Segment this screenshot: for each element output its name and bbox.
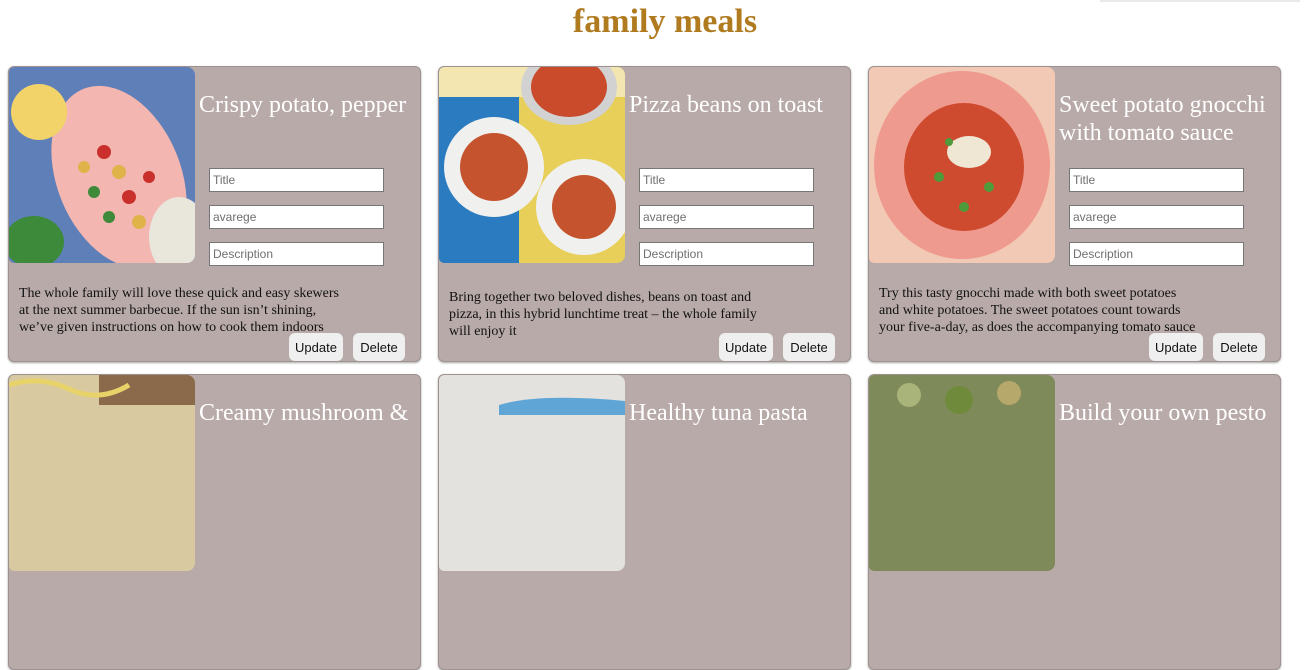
meal-photo xyxy=(9,67,195,263)
card-title: Healthy tuna pasta xyxy=(629,400,808,426)
meal-photo xyxy=(869,67,1055,263)
meal-card: Crispy potato, pepper The whole family w… xyxy=(8,66,421,362)
card-description: Bring together two beloved dishes, beans… xyxy=(449,290,757,339)
update-button[interactable]: Update xyxy=(719,333,773,361)
average-input[interactable] xyxy=(1069,205,1244,229)
card-title: Sweet potato gnocchi with tomato sauce xyxy=(1059,92,1266,146)
page-title: family meals xyxy=(572,3,758,40)
card-description: Try this tasty gnocchi made with both sw… xyxy=(879,286,1196,335)
delete-button[interactable]: Delete xyxy=(1213,333,1265,361)
meal-photo xyxy=(869,375,1055,571)
card-title: Creamy mushroom & xyxy=(199,400,409,426)
title-input[interactable] xyxy=(209,168,384,192)
title-input[interactable] xyxy=(1069,168,1244,192)
card-title: Build your own pesto xyxy=(1059,400,1267,426)
description-input[interactable] xyxy=(639,242,814,266)
meal-photo xyxy=(439,67,625,263)
description-input[interactable] xyxy=(1069,242,1244,266)
meal-card: Creamy mushroom & xyxy=(8,374,421,670)
average-input[interactable] xyxy=(209,205,384,229)
title-input[interactable] xyxy=(639,168,814,192)
update-button[interactable]: Update xyxy=(289,333,343,361)
meal-photo xyxy=(9,375,195,571)
meal-photo xyxy=(439,375,625,571)
card-title: Pizza beans on toast xyxy=(629,92,823,118)
description-input[interactable] xyxy=(209,242,384,266)
card-description: The whole family will love these quick a… xyxy=(19,286,339,335)
meal-card: Healthy tuna pasta xyxy=(438,374,851,670)
meal-card: Build your own pesto xyxy=(868,374,1281,670)
average-input[interactable] xyxy=(639,205,814,229)
meal-card: Sweet potato gnocchi with tomato sauce T… xyxy=(868,66,1281,362)
delete-button[interactable]: Delete xyxy=(353,333,405,361)
card-title: Crispy potato, pepper xyxy=(199,92,407,118)
delete-button[interactable]: Delete xyxy=(783,333,835,361)
update-button[interactable]: Update xyxy=(1149,333,1203,361)
meal-card: Pizza beans on toast Bring together two … xyxy=(438,66,851,362)
